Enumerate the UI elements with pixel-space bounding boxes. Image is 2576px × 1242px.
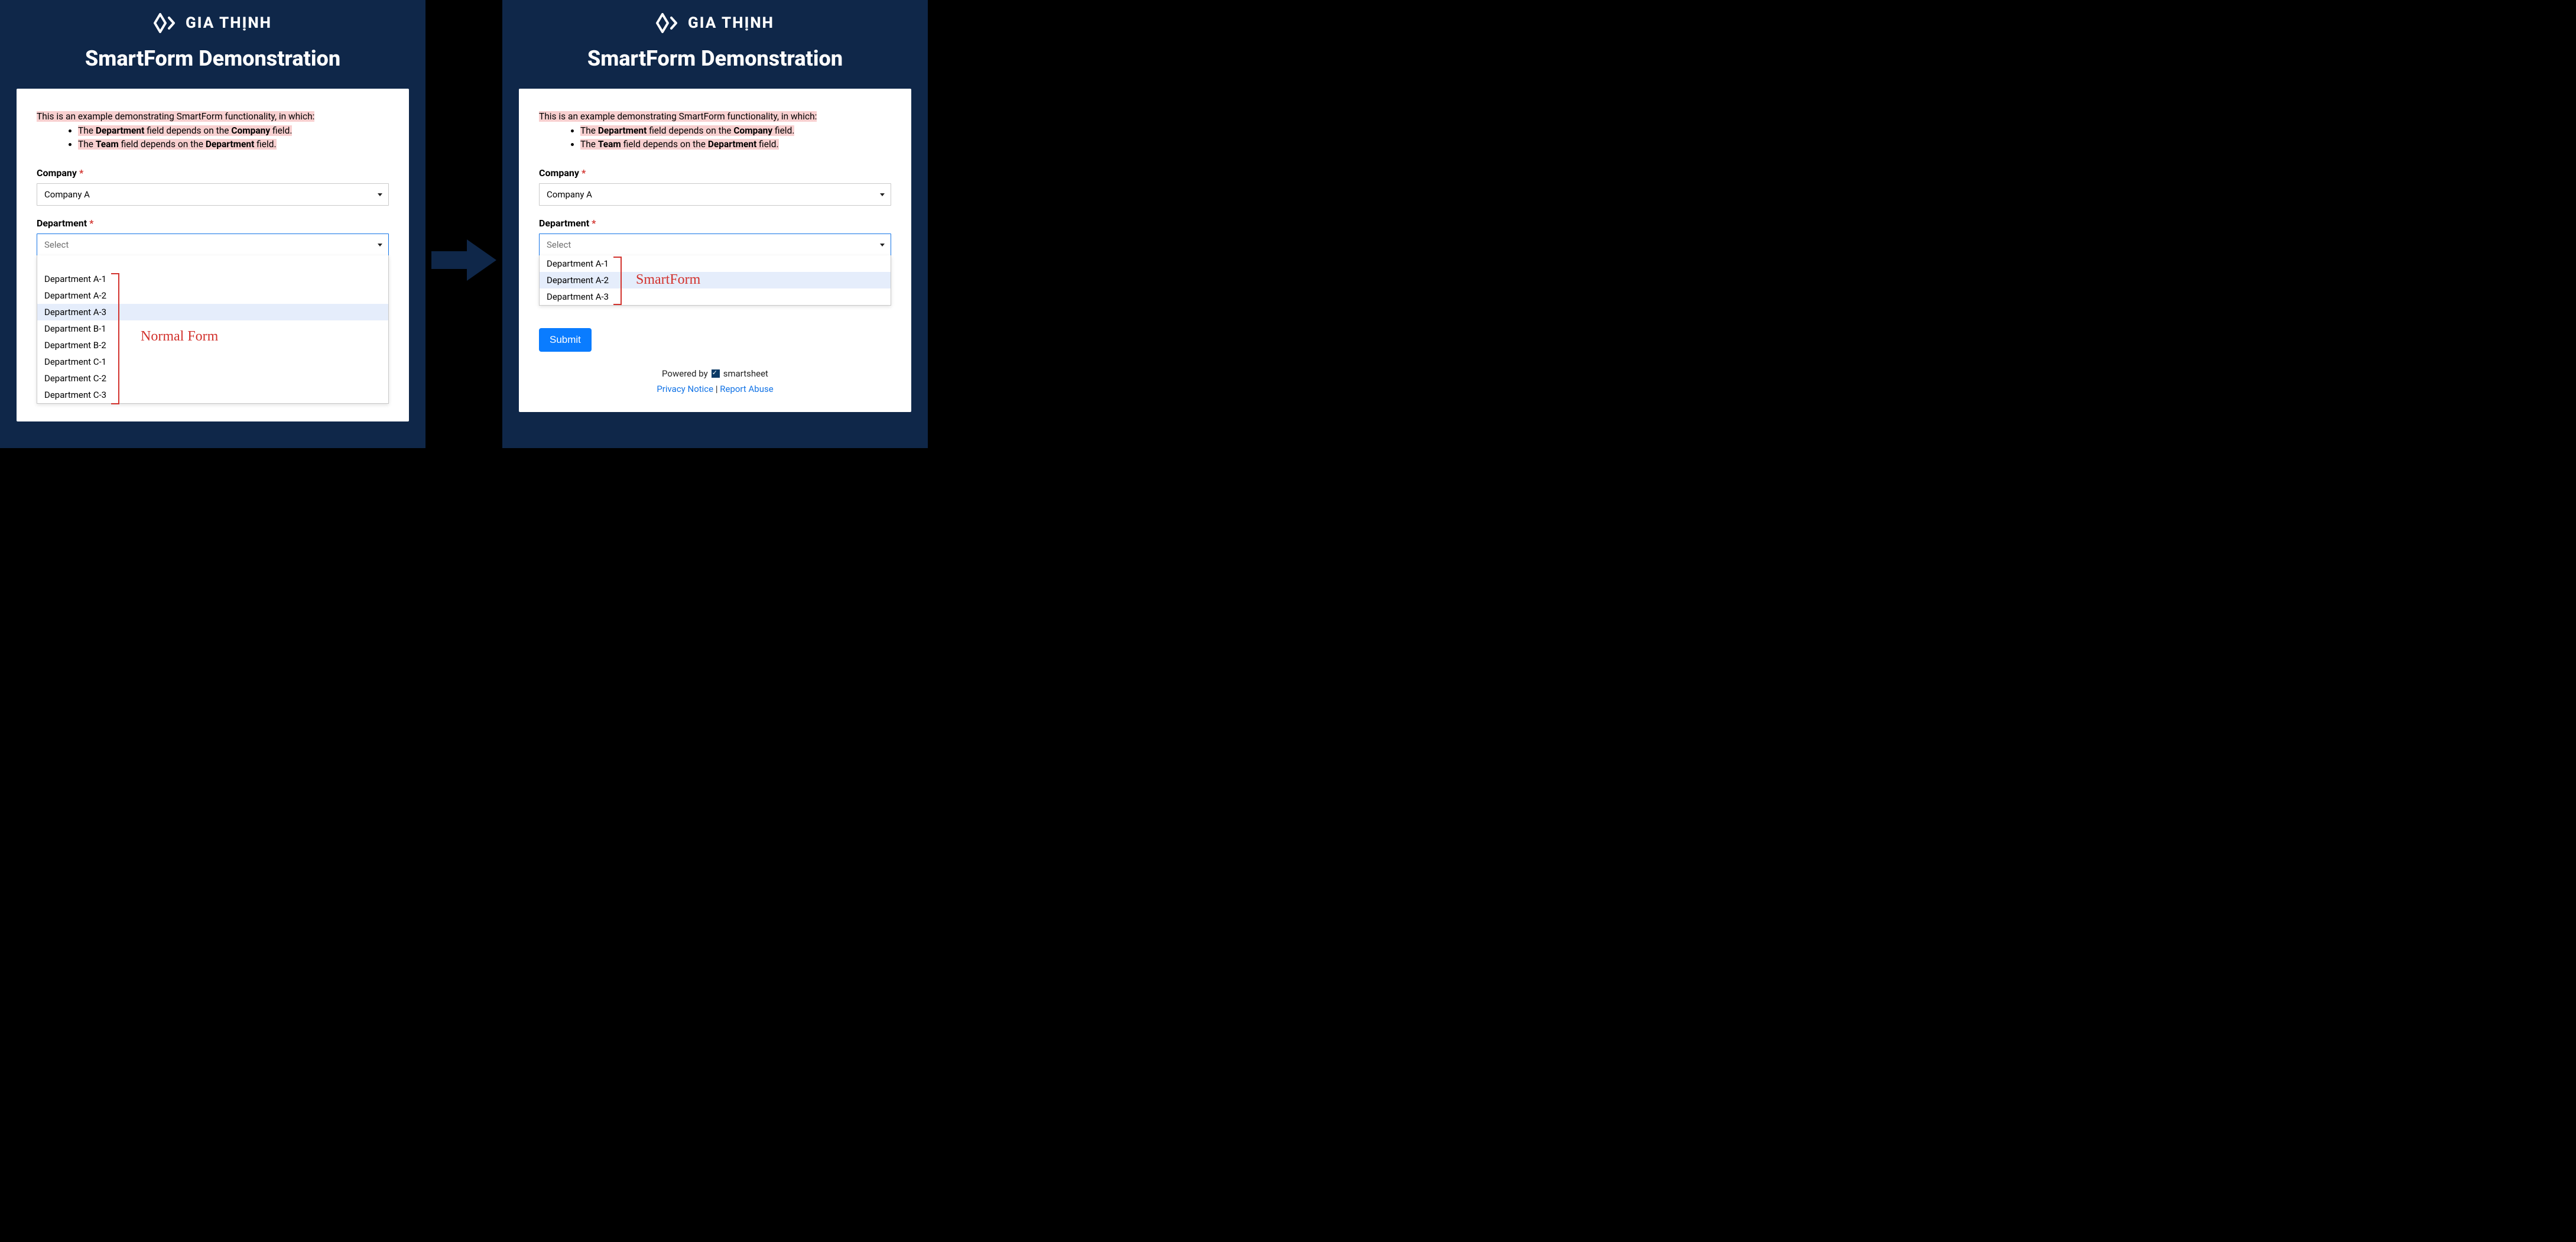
department-dropdown: Department A-1Department A-2Department A… bbox=[539, 255, 891, 306]
intro-bullet-1: The Department field depends on the Comp… bbox=[78, 124, 389, 137]
department-select[interactable]: Select bbox=[539, 234, 891, 256]
company-field: Company * Company A bbox=[37, 167, 389, 206]
intro-bullet-2: The Team field depends on the Department… bbox=[580, 138, 891, 151]
department-select-placeholder: Select bbox=[44, 239, 69, 250]
brand-logo: GIA THỊNH bbox=[0, 0, 425, 33]
intro-text: This is an example demonstrating SmartFo… bbox=[539, 110, 891, 151]
dropdown-option[interactable]: Department C-2 bbox=[37, 370, 388, 387]
annotation-label: SmartForm bbox=[636, 272, 700, 288]
brand-name: GIA THỊNH bbox=[688, 14, 774, 32]
company-select[interactable]: Company A bbox=[37, 183, 389, 206]
company-select-value: Company A bbox=[547, 189, 592, 200]
smartsheet-logo-icon bbox=[712, 369, 720, 378]
company-select[interactable]: Company A bbox=[539, 183, 891, 206]
form-footer: Powered by smartsheet Privacy Notice | R… bbox=[539, 368, 891, 394]
brand-logo-icon bbox=[154, 13, 180, 33]
report-abuse-link[interactable]: Report Abuse bbox=[720, 384, 773, 394]
annotation-label: Normal Form bbox=[141, 329, 218, 345]
annotation-bracket bbox=[613, 257, 622, 305]
chevron-down-icon bbox=[378, 244, 382, 247]
department-select[interactable]: Select bbox=[37, 234, 389, 256]
submit-button[interactable]: Submit bbox=[539, 328, 592, 352]
arrow-right-icon bbox=[425, 234, 502, 287]
dropdown-option[interactable]: Department A-2 bbox=[37, 287, 388, 304]
intro-text: This is an example demonstrating SmartFo… bbox=[37, 110, 389, 151]
form-card: This is an example demonstrating SmartFo… bbox=[519, 89, 911, 412]
brand-logo: GIA THỊNH bbox=[502, 0, 928, 33]
page-title: SmartForm Demonstration bbox=[0, 46, 425, 71]
brand-logo-icon bbox=[656, 13, 682, 33]
panel-smart-form: GIA THỊNH SmartForm Demonstration This i… bbox=[502, 0, 928, 448]
dropdown-option[interactable]: Department A-3 bbox=[37, 304, 388, 320]
company-field: Company * Company A bbox=[539, 167, 891, 206]
department-select-placeholder: Select bbox=[547, 239, 571, 250]
dropdown-option[interactable]: Department A-1 bbox=[540, 255, 891, 272]
powered-by: Powered by smartsheet bbox=[662, 368, 768, 379]
chevron-down-icon bbox=[378, 193, 382, 196]
company-label: Company * bbox=[37, 167, 389, 179]
company-label: Company * bbox=[539, 167, 891, 179]
intro-bullet-1: The Department field depends on the Comp… bbox=[580, 124, 891, 137]
chevron-down-icon bbox=[880, 193, 885, 196]
department-field: Department * Select Department A-1Depart… bbox=[539, 218, 891, 306]
brand-name: GIA THỊNH bbox=[186, 14, 272, 32]
department-field: Department * Select Department A-1Depart… bbox=[37, 218, 389, 404]
privacy-notice-link[interactable]: Privacy Notice bbox=[657, 384, 713, 394]
page-title: SmartForm Demonstration bbox=[502, 46, 928, 71]
department-label: Department * bbox=[37, 218, 389, 229]
dropdown-option[interactable]: Department C-1 bbox=[37, 354, 388, 370]
dropdown-option[interactable]: Department A-2 bbox=[540, 272, 891, 288]
company-select-value: Company A bbox=[44, 189, 90, 200]
chevron-down-icon bbox=[880, 244, 885, 247]
dropdown-option[interactable]: Department A-1 bbox=[37, 271, 388, 287]
dropdown-option[interactable]: Department A-3 bbox=[540, 288, 891, 305]
department-label: Department * bbox=[539, 218, 891, 229]
dropdown-option[interactable]: Department C-3 bbox=[37, 387, 388, 403]
intro-bullet-2: The Team field depends on the Department… bbox=[78, 138, 389, 151]
annotation-bracket bbox=[111, 273, 119, 404]
form-card: This is an example demonstrating SmartFo… bbox=[17, 89, 409, 421]
panel-normal-form: GIA THỊNH SmartForm Demonstration This i… bbox=[0, 0, 425, 448]
